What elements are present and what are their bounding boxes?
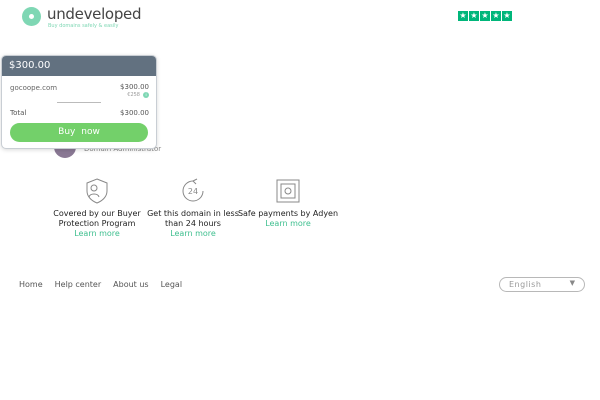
star-icon: ★ <box>480 11 490 21</box>
learn-more-link[interactable]: Learn more <box>42 229 152 239</box>
divider <box>57 102 101 103</box>
logo-tagline: Buy domains safely & easily <box>48 23 119 29</box>
checkout-card: $300.00 gocoope.com $300.00 €258 i Total… <box>1 55 157 149</box>
feature-text: Get this domain in less than 24 hours <box>147 209 239 228</box>
language-select[interactable]: English ▼ <box>499 277 585 292</box>
total-price: $300.00 <box>120 109 149 117</box>
buy-now-button[interactable]: Buy now <box>10 123 148 142</box>
feature-text: Covered by our Buyer Protection Program <box>53 209 141 228</box>
info-icon[interactable]: i <box>143 92 149 98</box>
chevron-down-icon: ▼ <box>569 279 575 287</box>
domain-name: gocoope.com <box>10 84 58 92</box>
domain-price: $300.00 <box>120 83 149 91</box>
card-header-price: $300.00 <box>2 56 156 76</box>
safe-icon <box>276 179 300 203</box>
footer-link-about-us[interactable]: About us <box>113 280 148 289</box>
star-icon: ★ <box>469 11 479 21</box>
language-value: English <box>509 280 542 289</box>
learn-more-link[interactable]: Learn more <box>138 229 248 239</box>
footer-nav: Home Help center About us Legal <box>19 280 182 289</box>
footer-link-legal[interactable]: Legal <box>161 280 182 289</box>
star-icon: ★ <box>491 11 501 21</box>
footer-link-help-center[interactable]: Help center <box>55 280 102 289</box>
total-label: Total <box>10 109 27 117</box>
24-hours-icon: 24 <box>182 178 204 202</box>
star-icon: ★ <box>502 11 512 21</box>
trustpilot-rating[interactable]: ★ ★ ★ ★ ★ <box>458 11 512 21</box>
logo[interactable]: undeveloped Buy domains safely & easily <box>22 5 141 30</box>
star-icon: ★ <box>458 11 468 21</box>
feature-text: Safe payments by Adyen <box>237 209 339 218</box>
feature-safe-payments: Safe payments by Adyen Learn more <box>233 176 343 229</box>
svg-text:24: 24 <box>188 187 198 196</box>
feature-buyer-protection: Covered by our Buyer Protection Program … <box>42 176 152 239</box>
learn-more-link[interactable]: Learn more <box>233 219 343 229</box>
domain-price-eur: €258 <box>127 92 140 98</box>
feature-fast-transfer: 24 Get this domain in less than 24 hours… <box>138 176 248 239</box>
logo-icon <box>22 7 41 26</box>
logo-text: undeveloped <box>47 5 142 23</box>
footer-link-home[interactable]: Home <box>19 280 43 289</box>
shield-person-icon <box>86 178 108 204</box>
